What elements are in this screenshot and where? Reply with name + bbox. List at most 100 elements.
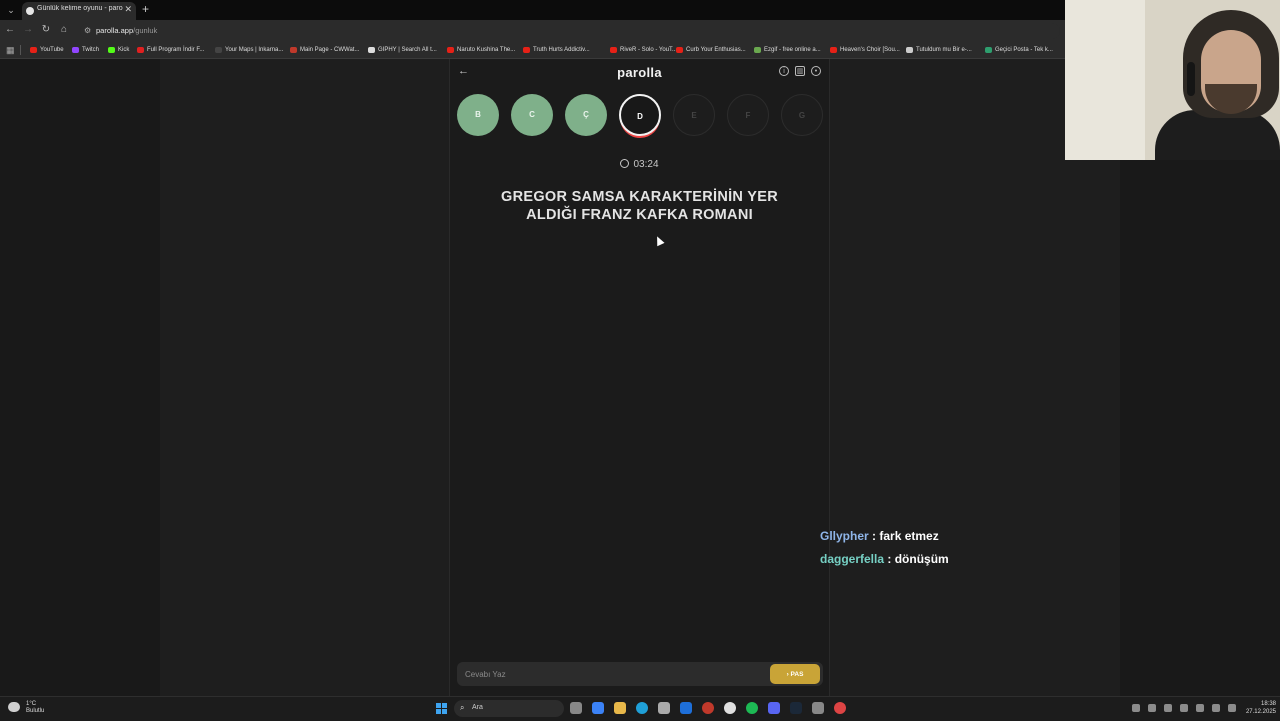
forward-icon[interactable]: → xyxy=(22,24,34,35)
windows-start-icon[interactable] xyxy=(436,703,447,714)
bookmark-label: Your Maps | Inkarna... xyxy=(225,47,284,53)
bookmark-label: Naruto Kushina The... xyxy=(457,47,516,53)
pinned-apps xyxy=(570,702,846,714)
profile-icon[interactable]: • xyxy=(811,66,821,76)
bookmark-label: Full Program İndir F... xyxy=(147,47,205,53)
browser-tab[interactable]: Günlük kelime oyunu - parolla ✕ xyxy=(22,2,136,20)
bookmark-item[interactable]: GIPHY | Search All t... xyxy=(368,45,437,55)
question-text: GREGOR SAMSA KARAKTERİNİN YER ALDIĞI FRA… xyxy=(501,189,778,223)
chat-message: Gllypher : fark etmez xyxy=(820,529,949,552)
tray-chevron-icon[interactable] xyxy=(1132,704,1140,712)
store-icon[interactable] xyxy=(658,702,670,714)
bookmark-item[interactable]: Truth Hurts Addictiv... xyxy=(523,45,590,55)
cloud-icon xyxy=(8,702,20,712)
timer: 03:24 xyxy=(450,159,829,170)
bookmark-label: GIPHY | Search All t... xyxy=(378,47,437,53)
site-info-icon[interactable]: ⚙ xyxy=(84,26,91,35)
taskbar-search[interactable]: ⌕ Ara xyxy=(454,700,564,717)
answer-bar: › PAS xyxy=(457,662,823,686)
tray-app-icon-3[interactable] xyxy=(1180,704,1188,712)
clock-icon xyxy=(620,159,630,168)
discord-icon[interactable] xyxy=(768,702,780,714)
letter-circle-todo: F xyxy=(727,94,769,136)
bookmark-item[interactable]: Geçici Posta - Tek k... xyxy=(985,45,1053,55)
steam-icon[interactable] xyxy=(790,702,802,714)
bookmark-label: YouTube xyxy=(40,47,64,53)
bookmark-label: Twitch xyxy=(82,47,100,53)
bookmark-favicon-icon xyxy=(137,47,144,53)
clock-date: 27.12.2025 xyxy=(1245,709,1276,715)
address-bar[interactable]: ⚙ parolla.app/gunluk xyxy=(80,23,1060,39)
bookmark-item[interactable]: Full Program İndir F... xyxy=(137,45,204,55)
bookmark-item[interactable]: Ezgif - free online a... xyxy=(754,45,821,55)
bookmark-label: Curb Your Enthusias... xyxy=(686,47,746,53)
bookmarks-bar: ▦ YouTube Twitch Kick Full Program İndir F.… xyxy=(0,42,1065,59)
letter-circle-active: D xyxy=(619,94,661,136)
bookmark-item[interactable]: YouTube xyxy=(30,45,64,55)
clock-time: 18:38 xyxy=(1260,701,1276,707)
chat-message: daggerfella : dönüşüm xyxy=(820,552,949,575)
bookmark-item[interactable]: Main Page - CWWat... xyxy=(290,45,359,55)
bookmark-favicon-icon xyxy=(108,47,115,53)
bookmark-item[interactable]: Heaven's Choir [Sou... xyxy=(830,45,900,55)
volume-icon[interactable] xyxy=(1228,704,1236,712)
copilot-icon[interactable] xyxy=(592,702,604,714)
home-icon[interactable]: ⌂ xyxy=(58,24,70,35)
bookmark-label: Heaven's Choir [Sou... xyxy=(840,47,900,53)
bookmark-favicon-icon xyxy=(523,47,530,53)
info-icon[interactable]: i xyxy=(779,66,789,76)
bookmark-item[interactable]: RiveR - Solo - YouT... xyxy=(610,45,677,55)
tab-search-chevron-icon[interactable]: ⌄ xyxy=(4,3,18,17)
bookmark-label: Tutuldum mu Bir e-... xyxy=(916,47,972,53)
bookmark-favicon-icon xyxy=(30,47,37,53)
stats-icon[interactable]: ▥ xyxy=(795,66,805,76)
pass-button[interactable]: › PAS xyxy=(770,664,820,684)
tray-app-icon[interactable] xyxy=(1148,704,1156,712)
close-tab-icon[interactable]: ✕ xyxy=(124,4,132,15)
bookmark-item[interactable]: Twitch xyxy=(72,45,99,55)
answer-input[interactable] xyxy=(457,662,757,686)
stream-chat: Gllypher : fark etmez daggerfella : dönüş… xyxy=(820,529,949,575)
spotify-icon[interactable] xyxy=(746,702,758,714)
headset-icon xyxy=(1187,62,1195,96)
timer-value: 03:24 xyxy=(633,159,659,170)
bookmark-label: Truth Hurts Addictiv... xyxy=(533,47,590,53)
app-icon[interactable] xyxy=(812,702,824,714)
file-explorer-icon[interactable] xyxy=(614,702,626,714)
task-view-icon[interactable] xyxy=(570,702,582,714)
taskbar: 1°C Bulutlu ⌕ Ara 18:38 27.12.2025 xyxy=(0,696,1280,721)
chat-username: Gllypher xyxy=(820,529,869,543)
bookmark-label: Kick xyxy=(118,47,130,53)
apps-grid-icon[interactable]: ▦ xyxy=(6,45,15,56)
new-tab-icon[interactable]: + xyxy=(142,2,149,16)
letter-wheel: BCÇDEFG xyxy=(457,94,827,138)
bookmark-favicon-icon xyxy=(610,47,617,53)
app-icon-2[interactable] xyxy=(834,702,846,714)
bookmark-item[interactable]: Kick xyxy=(108,45,129,55)
back-icon[interactable]: ← xyxy=(4,24,16,35)
bookmark-favicon-icon xyxy=(368,47,375,53)
system-clock[interactable]: 18:38 27.12.2025 xyxy=(1238,700,1276,716)
network-icon[interactable] xyxy=(1212,704,1220,712)
left-background xyxy=(0,59,160,696)
navigation-bar: ← → ↻ ⌂ ⚙ parolla.app/gunluk xyxy=(0,20,1065,42)
chat-username: daggerfella xyxy=(820,552,885,566)
mail-icon[interactable] xyxy=(680,702,692,714)
bookmark-favicon-icon xyxy=(830,47,837,53)
microphone-icon[interactable] xyxy=(1196,704,1204,712)
bookmark-item[interactable]: Naruto Kushina The... xyxy=(447,45,515,55)
reload-icon[interactable]: ↻ xyxy=(40,24,52,35)
bookmark-item[interactable]: Tutuldum mu Bir e-... xyxy=(906,45,972,55)
opera-icon[interactable] xyxy=(702,702,714,714)
letter-circle-todo: E xyxy=(673,94,715,136)
tray-app-icon-2[interactable] xyxy=(1164,704,1172,712)
bookmark-item[interactable]: Your Maps | Inkarna... xyxy=(215,45,283,55)
tab-strip: ⌄ Günlük kelime oyunu - parolla ✕ + xyxy=(0,0,1065,20)
weather-temp: 1°C xyxy=(26,701,37,707)
chrome-icon[interactable] xyxy=(724,702,736,714)
edge-icon[interactable] xyxy=(636,702,648,714)
bookmark-label: Geçici Posta - Tek k... xyxy=(995,47,1053,53)
bookmark-item[interactable]: Curb Your Enthusias... xyxy=(676,45,746,55)
parolla-favicon-icon xyxy=(26,7,34,15)
bookmark-label: Main Page - CWWat... xyxy=(300,47,360,53)
